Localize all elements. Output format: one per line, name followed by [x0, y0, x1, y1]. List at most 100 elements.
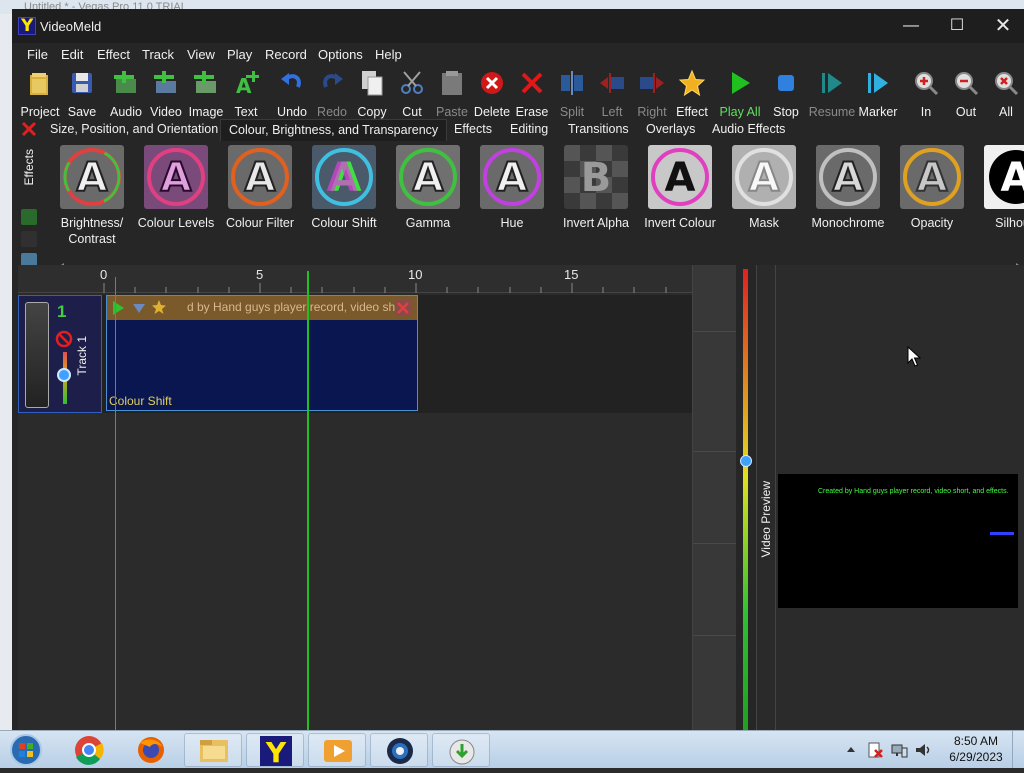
- menu-help[interactable]: Help: [375, 47, 402, 62]
- all-label: All: [999, 105, 1013, 119]
- colour-filter-thumbnail: A: [228, 145, 292, 209]
- paste-icon: [442, 71, 462, 95]
- clip-effect-star-icon[interactable]: [151, 299, 167, 315]
- show-hidden-icons-icon[interactable]: [846, 745, 856, 755]
- clock-date[interactable]: 6/29/2023: [936, 750, 1016, 764]
- menu-file[interactable]: File: [27, 47, 48, 62]
- taskbar-explorer[interactable]: [184, 733, 242, 767]
- colour-shift-thumbnail: AA: [312, 145, 376, 209]
- effect-label: Colour Shift: [311, 216, 377, 230]
- menu-view[interactable]: View: [187, 47, 215, 62]
- gamma-thumbnail: A: [396, 145, 460, 209]
- menu-track[interactable]: Track: [142, 47, 174, 62]
- title-bar: VideoMeld — ☐ ✕: [12, 9, 1024, 43]
- playhead[interactable]: [307, 271, 309, 730]
- clip-header[interactable]: d by Hand guys player record, video sh: [107, 296, 417, 320]
- effect-type-icon[interactable]: [21, 209, 37, 225]
- action-center-icon[interactable]: [866, 741, 884, 759]
- tab-effects[interactable]: Effects: [446, 119, 500, 141]
- text-effect-icon[interactable]: [21, 231, 37, 247]
- close-button[interactable]: ✕: [980, 13, 1024, 39]
- svg-text:A: A: [413, 155, 444, 201]
- menu-record[interactable]: Record: [265, 47, 307, 62]
- play-icon: [732, 72, 750, 94]
- taskbar-camera-app[interactable]: [370, 733, 428, 767]
- effect-label: Colour Levels: [137, 216, 215, 230]
- taskbar-videomeld[interactable]: Y: [246, 733, 304, 769]
- svg-text:Y: Y: [265, 736, 287, 768]
- effect-button[interactable]: Effect: [670, 65, 714, 121]
- tab-transitions[interactable]: Transitions: [560, 119, 637, 141]
- installer-icon: [449, 739, 475, 765]
- marker-button[interactable]: Marker: [856, 65, 900, 121]
- effect-label: Invert Colour: [644, 216, 716, 230]
- tab-audio-effects[interactable]: Audio Effects: [704, 119, 793, 141]
- taskbar-firefox[interactable]: [122, 733, 180, 767]
- scroll-segment: [693, 635, 737, 636]
- network-icon[interactable]: [890, 741, 908, 759]
- menu-edit[interactable]: Edit: [61, 47, 83, 62]
- video-preview-label: Video Preview: [759, 481, 773, 558]
- colour-levels-thumbnail: A: [144, 145, 208, 209]
- track-header[interactable]: 1 Track 1: [18, 295, 102, 413]
- chrome-icon: [75, 736, 104, 765]
- video-preview-tab[interactable]: Video Preview: [756, 265, 776, 730]
- mouse-cursor-icon: [907, 346, 921, 367]
- taskbar-media-player[interactable]: [308, 733, 366, 767]
- add-text-icon: A: [236, 71, 259, 97]
- add-image-icon: [194, 71, 216, 93]
- clip-remove-icon[interactable]: [395, 300, 411, 316]
- effect-label: Silhoue: [995, 216, 1024, 230]
- system-tray: 8:50 AM 6/29/2023: [840, 731, 1024, 769]
- ruler-tick-label: 15: [564, 267, 579, 282]
- preview-caption-text: Created by Hand guys player record, vide…: [818, 488, 1009, 495]
- volume-icon[interactable]: [914, 741, 932, 759]
- timeline-ruler[interactable]: 0 5 10 15: [18, 265, 692, 293]
- mask-thumbnail: A: [732, 145, 796, 209]
- effects-panel-label: Effects: [22, 149, 36, 186]
- preview-volume-slider[interactable]: [743, 269, 748, 730]
- video-clip[interactable]: d by Hand guys player record, video sh C…: [106, 295, 418, 411]
- start-button-icon[interactable]: [8, 733, 44, 767]
- ruler-tick-label: 0: [100, 267, 108, 282]
- preview-volume-handle[interactable]: [740, 455, 752, 467]
- tab-overlays[interactable]: Overlays: [638, 119, 703, 141]
- volume-slider-handle[interactable]: [57, 368, 71, 382]
- clip-play-icon[interactable]: [111, 300, 125, 316]
- timeline[interactable]: 0 5 10 15 1 Track 1 d by Hand guys playe…: [18, 265, 692, 730]
- explorer-icon: [200, 740, 228, 762]
- vertical-scroll-panel[interactable]: [692, 265, 737, 730]
- video-preview-screen[interactable]: Created by Hand guys player record, vide…: [778, 474, 1018, 608]
- minimize-button[interactable]: —: [888, 13, 934, 39]
- ruler-ticks: [103, 283, 667, 293]
- mute-icon[interactable]: [55, 330, 73, 348]
- maximize-button[interactable]: ☐: [934, 13, 980, 39]
- effect-label: Gamma: [405, 216, 451, 230]
- tab-colour-brightness[interactable]: Colour, Brightness, and Transparency: [220, 119, 448, 141]
- svg-text:A: A: [1001, 155, 1024, 201]
- svg-text:A: A: [749, 155, 780, 201]
- effect-label: Mask: [749, 216, 779, 230]
- taskbar-chrome[interactable]: [60, 733, 118, 767]
- menu-effect[interactable]: Effect: [97, 47, 130, 62]
- taskbar-installer[interactable]: [432, 733, 490, 767]
- tab-editing[interactable]: Editing: [502, 119, 556, 141]
- silhouette-thumbnail: A: [984, 145, 1024, 209]
- svg-text:A: A: [161, 155, 192, 201]
- menu-options[interactable]: Options: [318, 47, 363, 62]
- clip-dropdown-icon[interactable]: [131, 300, 147, 316]
- toolbar: Project Save Audio Video Image A Text Un…: [12, 65, 1024, 123]
- zoom-all-button[interactable]: All: [984, 65, 1024, 121]
- tab-size-position[interactable]: Size, Position, and Orientation: [42, 119, 226, 141]
- menu-play[interactable]: Play: [227, 47, 252, 62]
- show-desktop-button[interactable]: [1012, 730, 1024, 768]
- camera-app-icon: [387, 738, 413, 764]
- add-video-icon: [154, 71, 176, 93]
- track-row[interactable]: 1 Track 1 d by Hand guys player record, …: [18, 295, 692, 413]
- copy-icon: [362, 71, 383, 96]
- redo-icon: [323, 73, 343, 88]
- svg-text:A: A: [665, 155, 696, 201]
- clock-time[interactable]: 8:50 AM: [936, 734, 1016, 748]
- save-icon: [72, 73, 92, 93]
- close-effects-icon[interactable]: [20, 120, 38, 138]
